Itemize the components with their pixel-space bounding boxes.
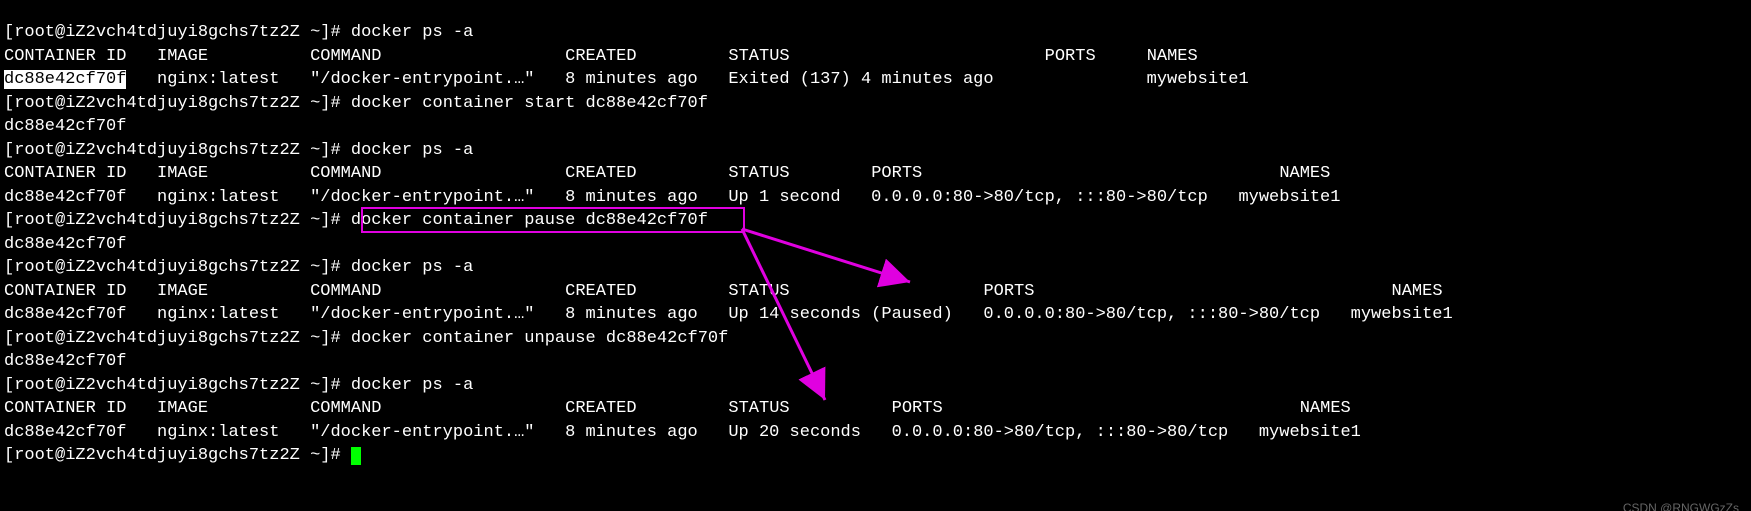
- col-image: IMAGE: [157, 164, 208, 183]
- col-command: COMMAND: [310, 399, 381, 418]
- val-command: "/docker-entrypoint.…": [310, 70, 534, 89]
- val-container-id: dc88e42cf70f: [4, 188, 126, 207]
- col-command: COMMAND: [310, 164, 381, 183]
- val-image: nginx:latest: [157, 70, 279, 89]
- col-names: NAMES: [1300, 399, 1351, 418]
- col-ports: PORTS: [1045, 47, 1096, 66]
- output-pause-id: dc88e42cf70f: [4, 235, 126, 254]
- terminal-output[interactable]: [root@iZ2vch4tdjuyi8gchs7tz2Z ~]# docker…: [0, 17, 1751, 472]
- prompt-cwd: ~: [310, 23, 320, 42]
- col-image: IMAGE: [157, 47, 208, 66]
- cmd-docker-ps-1: docker ps -a: [351, 23, 473, 42]
- col-image: IMAGE: [157, 282, 208, 301]
- col-created: CREATED: [565, 164, 636, 183]
- val-command: "/docker-entrypoint.…": [310, 188, 534, 207]
- val-created: 8 minutes ago: [565, 70, 698, 89]
- val-container-id: dc88e42cf70f: [4, 423, 126, 442]
- cmd-docker-ps-4: docker ps -a: [351, 376, 473, 395]
- val-status-up14p: Up 14 seconds (Paused): [728, 305, 952, 324]
- val-created: 8 minutes ago: [565, 305, 698, 324]
- col-ports: PORTS: [892, 399, 943, 418]
- val-created: 8 minutes ago: [565, 423, 698, 442]
- prompt-host: root@iZ2vch4tdjuyi8gchs7tz2Z: [14, 446, 300, 465]
- col-names: NAMES: [1279, 164, 1330, 183]
- val-command: "/docker-entrypoint.…": [310, 305, 534, 324]
- col-command: COMMAND: [310, 47, 381, 66]
- prompt-cwd: ~: [310, 329, 320, 348]
- prompt-host: root@iZ2vch4tdjuyi8gchs7tz2Z: [14, 23, 300, 42]
- prompt-cwd: ~: [310, 446, 320, 465]
- prompt-cwd: ~: [310, 376, 320, 395]
- col-names: NAMES: [1392, 282, 1443, 301]
- col-created: CREATED: [565, 399, 636, 418]
- prompt-host: root@iZ2vch4tdjuyi8gchs7tz2Z: [14, 141, 300, 160]
- val-status-up20: Up 20 seconds: [728, 423, 861, 442]
- prompt-host: root@iZ2vch4tdjuyi8gchs7tz2Z: [14, 258, 300, 277]
- col-status: STATUS: [728, 164, 789, 183]
- val-ports: 0.0.0.0:80->80/tcp, :::80->80/tcp: [871, 188, 1208, 207]
- val-command: "/docker-entrypoint.…": [310, 423, 534, 442]
- prompt-host: root@iZ2vch4tdjuyi8gchs7tz2Z: [14, 376, 300, 395]
- container-id-selected[interactable]: dc88e42cf70f: [4, 70, 126, 89]
- val-name: mywebsite1: [1259, 423, 1361, 442]
- col-status: STATUS: [728, 282, 789, 301]
- col-ports: PORTS: [871, 164, 922, 183]
- val-name: mywebsite1: [1238, 188, 1340, 207]
- cursor-icon: [351, 447, 361, 465]
- output-unpause-id: dc88e42cf70f: [4, 352, 126, 371]
- col-id: CONTAINER ID: [4, 164, 126, 183]
- col-image: IMAGE: [157, 399, 208, 418]
- val-image: nginx:latest: [157, 188, 279, 207]
- cmd-docker-pause: docker container pause dc88e42cf70f: [351, 211, 708, 230]
- val-image: nginx:latest: [157, 423, 279, 442]
- prompt-cwd: ~: [310, 94, 320, 113]
- val-name: mywebsite1: [1351, 305, 1453, 324]
- cmd-docker-ps-3: docker ps -a: [351, 258, 473, 277]
- val-status-exited: Exited (137) 4 minutes ago: [728, 70, 993, 89]
- val-container-id: dc88e42cf70f: [4, 305, 126, 324]
- prompt-cwd: ~: [310, 141, 320, 160]
- watermark-label: CSDN @RNGWGzZs: [1623, 497, 1739, 511]
- val-ports: 0.0.0.0:80->80/tcp, :::80->80/tcp: [983, 305, 1320, 324]
- prompt-cwd: ~: [310, 211, 320, 230]
- col-ports: PORTS: [983, 282, 1034, 301]
- val-name: mywebsite1: [1147, 70, 1249, 89]
- cmd-docker-ps-2: docker ps -a: [351, 141, 473, 160]
- col-status: STATUS: [728, 399, 789, 418]
- val-status-up1: Up 1 second: [728, 188, 840, 207]
- output-start-id: dc88e42cf70f: [4, 117, 126, 136]
- val-created: 8 minutes ago: [565, 188, 698, 207]
- cmd-docker-unpause: docker container unpause dc88e42cf70f: [351, 329, 728, 348]
- cmd-docker-start: docker container start dc88e42cf70f: [351, 94, 708, 113]
- prompt-host: root@iZ2vch4tdjuyi8gchs7tz2Z: [14, 211, 300, 230]
- col-created: CREATED: [565, 47, 636, 66]
- val-image: nginx:latest: [157, 305, 279, 324]
- prompt-host: root@iZ2vch4tdjuyi8gchs7tz2Z: [14, 94, 300, 113]
- prompt-cwd: ~: [310, 258, 320, 277]
- col-status: STATUS: [728, 47, 789, 66]
- col-created: CREATED: [565, 282, 636, 301]
- col-names: NAMES: [1147, 47, 1198, 66]
- val-ports: 0.0.0.0:80->80/tcp, :::80->80/tcp: [892, 423, 1229, 442]
- col-id: CONTAINER ID: [4, 399, 126, 418]
- col-command: COMMAND: [310, 282, 381, 301]
- col-id: CONTAINER ID: [4, 282, 126, 301]
- prompt-host: root@iZ2vch4tdjuyi8gchs7tz2Z: [14, 329, 300, 348]
- col-id: CONTAINER ID: [4, 47, 126, 66]
